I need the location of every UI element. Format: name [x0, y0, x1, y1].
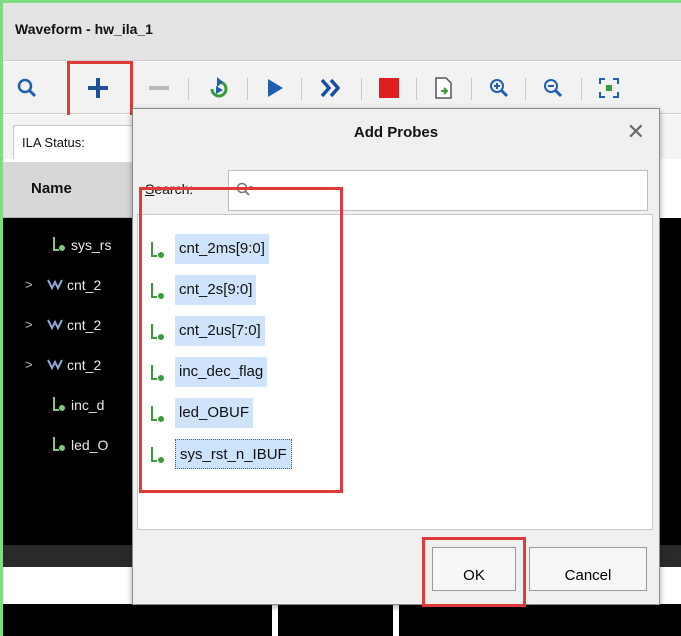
- signal-name: led_O: [71, 437, 109, 453]
- zoom-in-icon[interactable]: [483, 72, 515, 104]
- toolbar-separator: [301, 78, 302, 100]
- probe-list-highlight: [139, 187, 343, 493]
- signal-name: cnt_2: [67, 357, 102, 373]
- expand-chevron-icon[interactable]: >: [25, 277, 33, 292]
- signal-row[interactable]: led_O: [3, 426, 143, 466]
- signal-name: inc_d: [71, 397, 105, 413]
- bus-signal-icon: [47, 356, 63, 375]
- cancel-button[interactable]: Cancel: [529, 547, 647, 591]
- name-column-label: Name: [31, 180, 72, 197]
- bit-signal-icon: [51, 436, 67, 455]
- signal-row[interactable]: sys_rs: [3, 226, 143, 266]
- toolbar-separator: [581, 78, 582, 100]
- window-titlebar: Waveform - hw_ila_1: [3, 3, 681, 61]
- signal-row[interactable]: > cnt_2: [3, 306, 143, 346]
- run-trigger-icon[interactable]: [203, 72, 235, 104]
- signal-row[interactable]: > cnt_2: [3, 266, 143, 306]
- fast-forward-icon[interactable]: [315, 72, 347, 104]
- stop-icon[interactable]: [373, 72, 405, 104]
- signal-row[interactable]: inc_d: [3, 386, 143, 426]
- run-icon[interactable]: [259, 72, 291, 104]
- bit-signal-icon: [51, 236, 67, 255]
- signal-row[interactable]: > cnt_2: [3, 346, 143, 386]
- bit-signal-icon: [51, 396, 67, 415]
- zoom-search-icon[interactable]: [11, 72, 43, 104]
- toolbar-separator: [471, 78, 472, 100]
- expand-chevron-icon[interactable]: >: [25, 317, 33, 332]
- signal-name: cnt_2: [67, 277, 102, 293]
- close-icon[interactable]: ✕: [627, 121, 645, 143]
- toolbar-separator: [361, 78, 362, 100]
- waveform-divider: [393, 604, 399, 636]
- bus-signal-icon: [47, 276, 63, 295]
- name-column-header[interactable]: Name: [3, 162, 143, 218]
- zoom-fit-icon[interactable]: [593, 72, 625, 104]
- toolbar-separator: [416, 78, 417, 100]
- ok-button-highlight: [422, 537, 526, 607]
- toolbar-separator: [247, 78, 248, 100]
- waveform-divider: [272, 604, 278, 636]
- expand-chevron-icon[interactable]: >: [25, 357, 33, 372]
- tab-ila-status[interactable]: ILA Status:: [13, 125, 143, 159]
- export-icon[interactable]: [428, 72, 460, 104]
- toolbar-separator: [188, 78, 189, 100]
- toolbar-separator: [525, 78, 526, 100]
- zoom-out-icon[interactable]: [537, 72, 569, 104]
- window-title: Waveform - hw_ila_1: [15, 21, 153, 37]
- dialog-title: Add Probes: [353, 124, 439, 141]
- bus-signal-icon: [47, 316, 63, 335]
- signal-name: cnt_2: [67, 317, 102, 333]
- remove-icon[interactable]: [143, 72, 175, 104]
- signal-name: sys_rs: [71, 237, 112, 253]
